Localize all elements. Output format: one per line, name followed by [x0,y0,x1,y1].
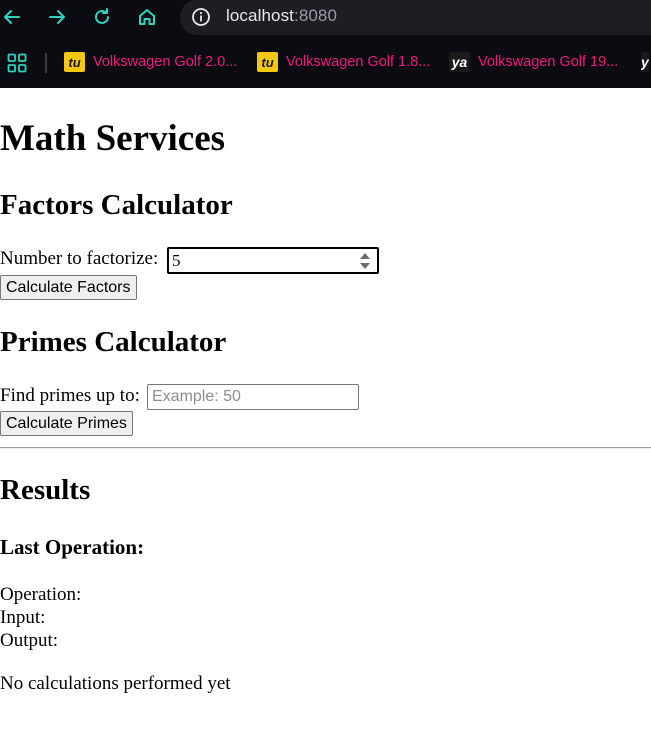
primes-limit-input[interactable] [147,384,359,410]
tu-favicon-icon: tu [257,52,278,72]
page-title: Math Services [0,118,226,159]
url-port: :8080 [294,6,338,25]
reload-button[interactable] [90,5,114,29]
factorize-number-input[interactable]: 5 [167,247,379,274]
tu-favicon-icon: tu [64,52,85,72]
calculate-factors-button[interactable]: Calculate Factors [0,275,137,300]
empty-results-message: No calculations performed yet [0,673,231,694]
results-heading: Results [0,474,91,506]
primes-heading: Primes Calculator [0,326,227,358]
page-content: Math Services Factors Calculator Number … [0,88,651,755]
primes-label: Find primes up to: [0,385,140,406]
section-divider [0,447,651,449]
browser-toolbar: localhost:8080 [0,0,651,36]
browser-chrome: localhost:8080 tu Volkswagen Golf 2.0...… [0,0,651,88]
arrow-right-icon [49,10,65,24]
bookmark-item[interactable]: ya Volkswagen Golf 19... [449,51,618,73]
calculate-primes-button[interactable]: Calculate Primes [0,411,133,436]
reload-icon [95,8,109,24]
forward-button[interactable] [45,5,69,29]
arrow-left-icon [4,10,20,24]
factors-label: Number to factorize: [0,248,159,269]
output-label: Output: [0,630,59,651]
back-button[interactable] [0,5,24,29]
info-icon[interactable] [191,7,211,27]
bookmark-item[interactable]: tu Volkswagen Golf 1.8... [257,51,430,73]
bookmark-label: Volkswagen Golf 2.0... [93,54,238,70]
home-button[interactable] [135,5,159,29]
number-spinner-icon[interactable] [359,251,371,271]
bookmark-item-overflow[interactable]: y [641,51,651,73]
factorize-number-value: 5 [172,251,181,270]
bookmark-label: Volkswagen Golf 19... [478,54,619,70]
url-text: localhost:8080 [226,6,337,26]
bookmarks-separator [45,53,47,73]
apps-grid-icon[interactable] [7,53,27,73]
factors-heading: Factors Calculator [0,189,233,221]
url-host: localhost [226,6,294,25]
bookmark-label: Volkswagen Golf 1.8... [286,54,431,70]
bookmark-item[interactable]: tu Volkswagen Golf 2.0... [64,51,237,73]
operation-label: Operation: [0,584,82,605]
ya-favicon-icon: y [641,52,649,72]
address-bar[interactable]: localhost:8080 [180,0,651,35]
input-label: Input: [0,607,46,628]
home-icon [139,9,155,25]
bookmarks-bar: tu Volkswagen Golf 2.0... tu Volkswagen … [0,36,651,88]
last-operation-heading: Last Operation: [0,535,145,559]
ya-favicon-icon: ya [449,52,470,72]
